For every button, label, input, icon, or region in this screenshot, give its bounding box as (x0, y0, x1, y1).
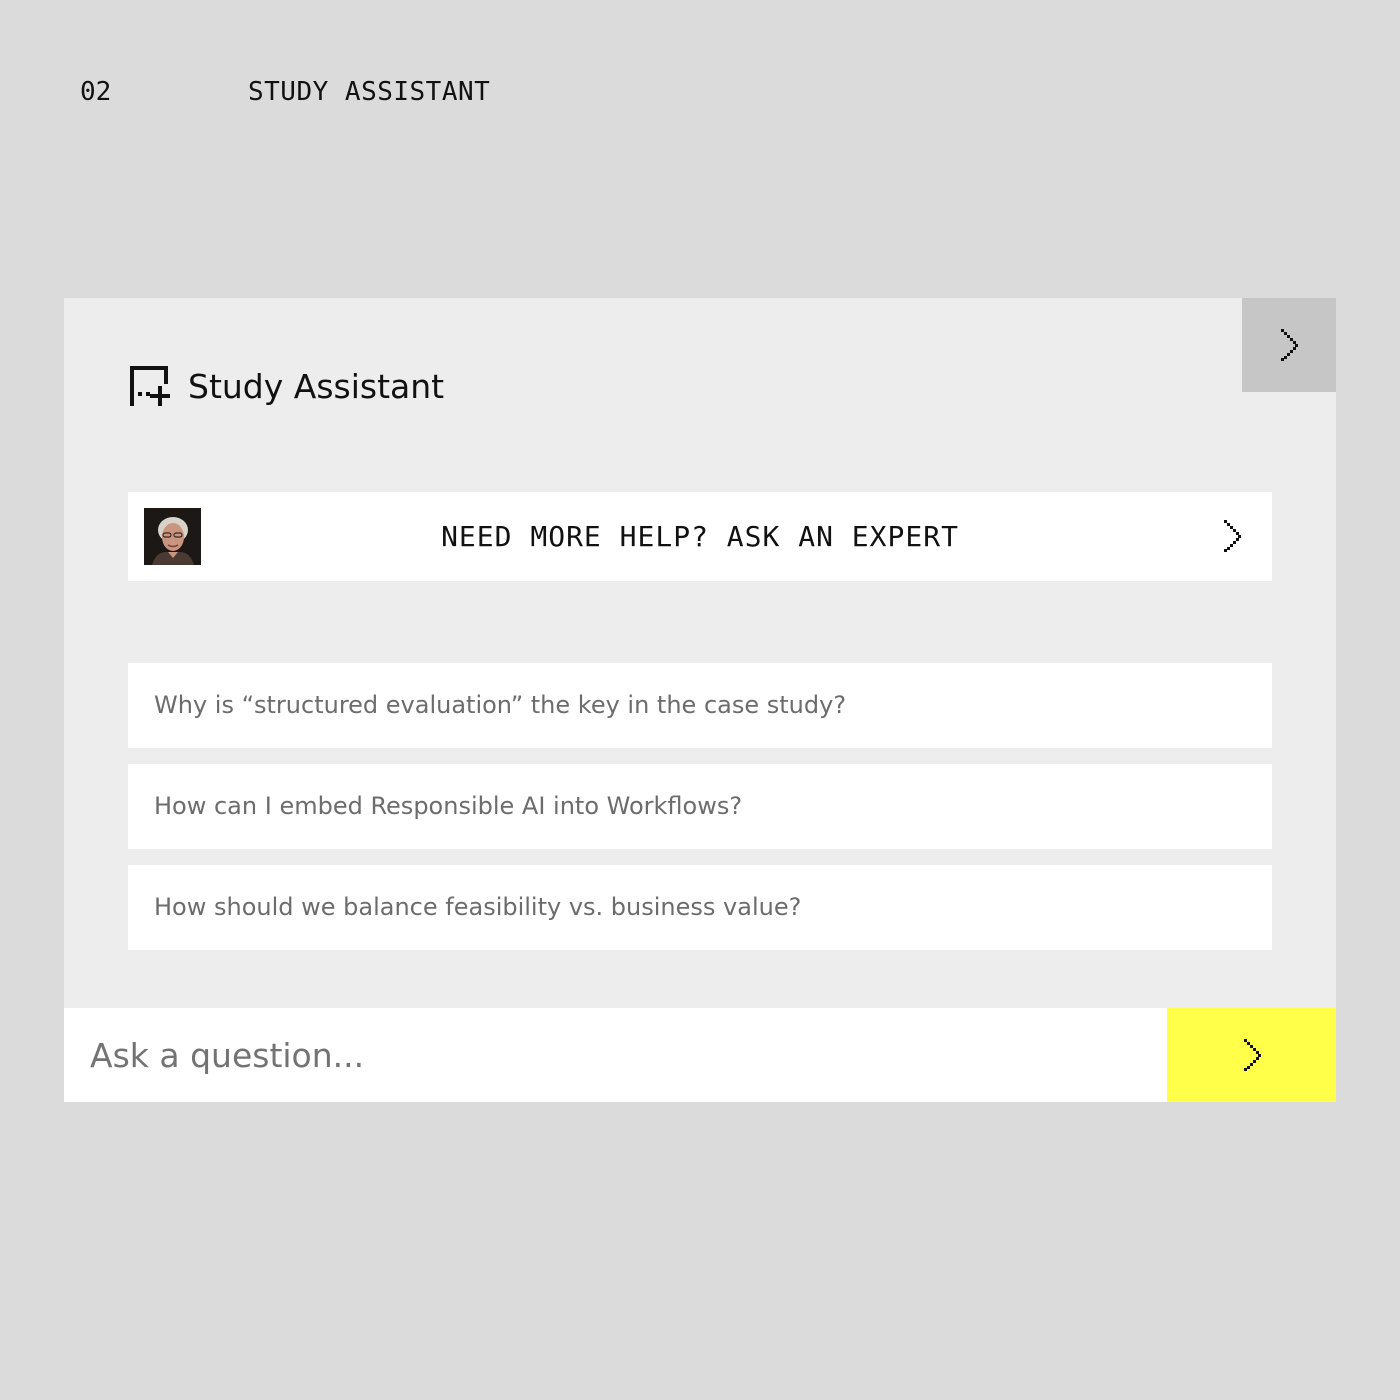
send-button[interactable] (1167, 1008, 1336, 1102)
chat-plus-icon (128, 364, 172, 408)
suggested-question[interactable]: Why is “structured evaluation” the key i… (128, 663, 1272, 748)
section-title: STUDY ASSISTANT (248, 77, 491, 107)
suggested-question-text: How should we balance feasibility vs. bu… (154, 893, 802, 921)
chevron-right-icon (1222, 520, 1242, 552)
panel-header: Study Assistant (128, 362, 444, 410)
suggested-question-text: Why is “structured evaluation” the key i… (154, 691, 847, 719)
chevron-right-icon (1242, 1039, 1262, 1071)
study-assistant-panel: Study Assistant NEED MORE HELP? ASK AN E… (64, 298, 1336, 1102)
suggested-question[interactable]: How can I embed Responsible AI into Work… (128, 764, 1272, 849)
section-number: 02 (80, 77, 112, 107)
question-input[interactable] (64, 1008, 1167, 1102)
chevron-right-icon (1279, 329, 1299, 361)
ask-expert-label: NEED MORE HELP? ASK AN EXPERT (441, 520, 959, 553)
suggested-question-text: How can I embed Responsible AI into Work… (154, 792, 743, 820)
ask-expert-button[interactable]: NEED MORE HELP? ASK AN EXPERT (128, 492, 1272, 581)
suggested-question[interactable]: How should we balance feasibility vs. bu… (128, 865, 1272, 950)
question-composer (64, 1008, 1336, 1102)
collapse-panel-button[interactable] (1242, 298, 1336, 392)
panel-title: Study Assistant (188, 366, 445, 406)
